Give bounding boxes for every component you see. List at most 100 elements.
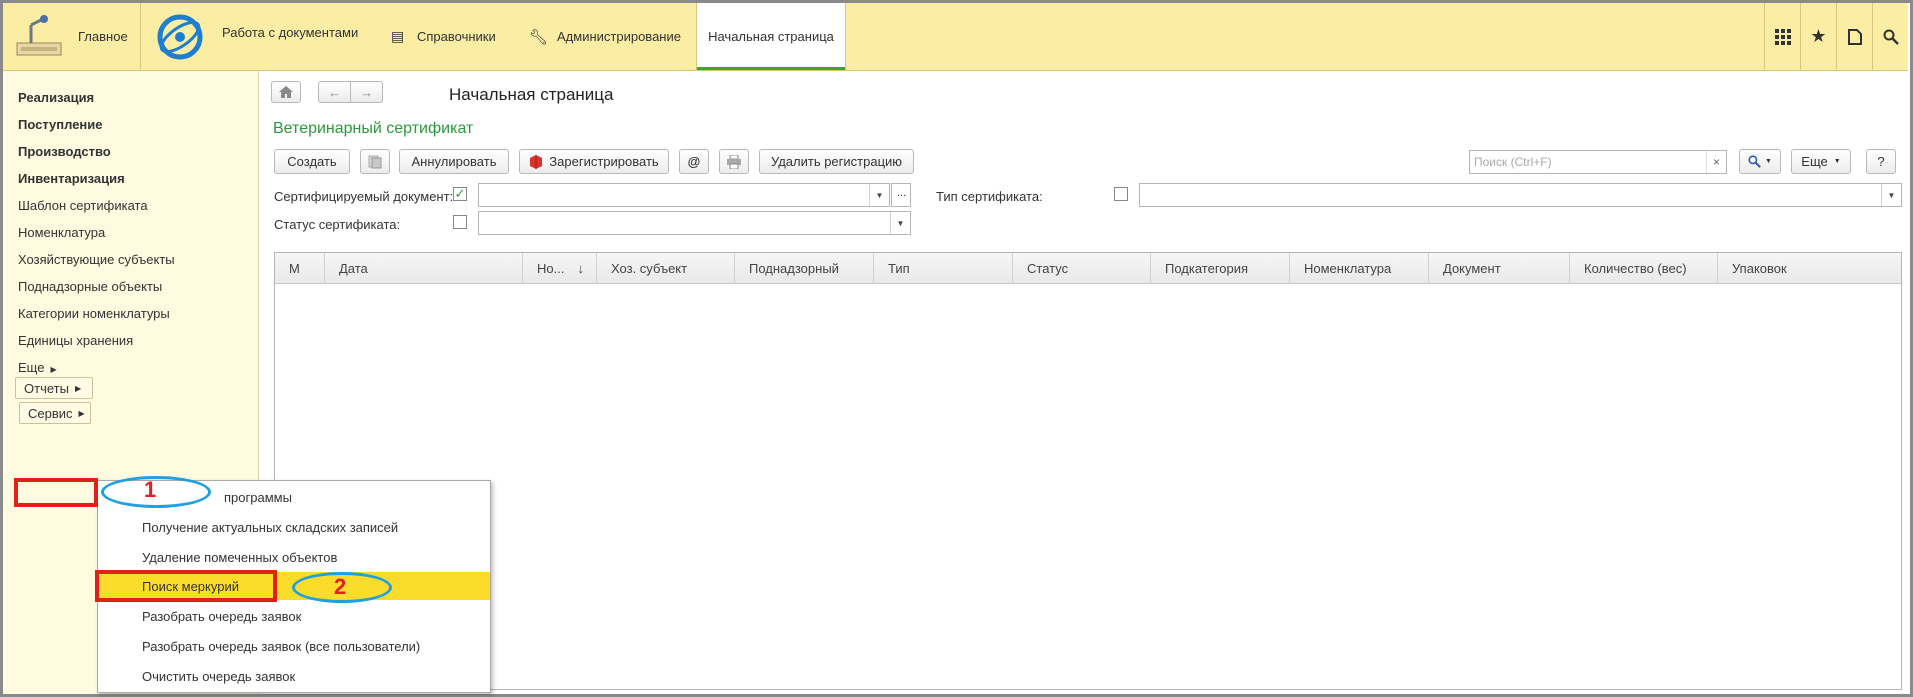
nav-documents-label: Работа с документами	[222, 25, 359, 40]
cert-type-field[interactable]: ▼	[1139, 183, 1902, 207]
magnifier-icon	[1748, 155, 1761, 168]
sidebar-item-cert-template[interactable]: Шаблон сертификата	[18, 198, 148, 213]
tab-start-page[interactable]: Начальная страница	[696, 3, 846, 70]
triangle-down-icon[interactable]: ▼	[890, 212, 910, 234]
nav-references[interactable]: ▤ Справочники	[383, 3, 513, 70]
tab-start-page-label: Начальная страница	[708, 29, 834, 44]
menu-item[interactable]: Получение актуальных складских записей	[98, 513, 490, 541]
search-input[interactable]: Поиск (Ctrl+F) ×	[1469, 150, 1727, 174]
create-button[interactable]: Создать	[274, 149, 350, 174]
sort-down-icon: ↓	[577, 261, 585, 276]
sidebar-item-sales[interactable]: Реализация	[18, 90, 94, 105]
annotation-box-search-mercury	[95, 570, 277, 602]
menu-item[interactable]: Разобрать очередь заявок	[98, 602, 490, 630]
column-label: Но...	[537, 261, 565, 276]
certificates-table[interactable]: М Дата Но... ↓ Хоз. субъект Поднадзорный…	[274, 252, 1902, 690]
menu-item[interactable]: Очистить очередь заявок	[98, 662, 490, 690]
triangle-right-icon: ▶	[50, 365, 57, 374]
triangle-down-icon[interactable]: ▼	[869, 184, 889, 206]
sidebar-item-receipts[interactable]: Поступление	[18, 117, 103, 132]
list-icon: ▤	[391, 28, 405, 44]
sidebar-more[interactable]: Еще ▶	[18, 360, 57, 375]
sidebar-item-supervised-objects[interactable]: Поднадзорные объекты	[18, 279, 162, 294]
copy-button[interactable]	[360, 149, 390, 174]
reports-button[interactable]: Отчеты ▶	[15, 377, 93, 399]
main-area: ← → Начальная страница Ветеринарный серт…	[260, 71, 1908, 694]
search-button[interactable]: ▼	[1739, 149, 1781, 174]
reports-label: Отчеты	[24, 380, 69, 396]
apps-grid-icon[interactable]	[1764, 3, 1800, 70]
cert-type-checkbox[interactable]	[1114, 187, 1128, 201]
help-button[interactable]: ?	[1866, 149, 1896, 174]
annotation-number-2: 2	[334, 574, 347, 599]
register-label: Зарегистрировать	[549, 154, 659, 169]
triangle-down-icon: ▼	[1833, 158, 1841, 165]
column-header[interactable]: Статус	[1013, 253, 1151, 284]
search-icon[interactable]	[1872, 3, 1908, 70]
more-actions-button[interactable]: Еще ▼	[1791, 149, 1851, 174]
column-header[interactable]: Тип	[874, 253, 1013, 284]
sidebar-item-nomenclature[interactable]: Номенклатура	[18, 225, 105, 240]
column-header[interactable]: Дата	[325, 253, 523, 284]
cert-status-field[interactable]: ▼	[478, 211, 911, 235]
triangle-down-icon[interactable]: ▼	[1881, 184, 1901, 206]
cert-status-label: Статус сертификата:	[274, 217, 401, 232]
history-icon[interactable]	[1836, 3, 1872, 70]
cancel-button[interactable]: Аннулировать	[399, 149, 509, 174]
back-button[interactable]: ←	[318, 81, 351, 103]
page-title: Начальная страница	[449, 85, 614, 104]
nav-documents[interactable]: Работа с документами	[142, 3, 370, 70]
delete-registration-button[interactable]: Удалить регистрацию	[759, 149, 914, 174]
register-button[interactable]: Зарегистрировать	[519, 149, 669, 174]
column-header[interactable]: Упаковок	[1718, 253, 1902, 284]
documents-logo-icon	[156, 13, 204, 64]
column-header[interactable]: Номенклатура	[1290, 253, 1429, 284]
menu-item[interactable]: Разобрать очередь заявок (все пользовате…	[98, 632, 490, 660]
star-icon[interactable]: ★	[1800, 3, 1836, 70]
sidebar-item-inventory[interactable]: Инвентаризация	[18, 171, 125, 186]
column-header[interactable]: М	[275, 253, 325, 284]
printer-icon	[727, 154, 741, 169]
nav-home-label: Главное	[78, 29, 128, 44]
column-header[interactable]: Документ	[1429, 253, 1570, 284]
column-header[interactable]: Количество (вес)	[1570, 253, 1718, 284]
cert-doc-label: Сертифицируемый документ:	[274, 189, 454, 204]
nav-admin-label: Администрирование	[557, 29, 681, 44]
annotation-box-service	[14, 478, 98, 507]
nav-admin[interactable]: 🔧︎ Администрирование	[523, 3, 695, 70]
cert-type-label: Тип сертификата:	[936, 189, 1043, 204]
house-icon	[279, 86, 293, 98]
copy-icon	[368, 155, 382, 168]
table-header: М Дата Но... ↓ Хоз. субъект Поднадзорный…	[275, 253, 1901, 284]
sidebar-item-production[interactable]: Производство	[18, 144, 111, 159]
top-bar: Главное Работа с документами ▤ Справочни…	[3, 3, 1908, 71]
more-actions-label: Еще	[1801, 154, 1828, 169]
email-button[interactable]: @	[679, 149, 709, 174]
cert-doc-select-button[interactable]: ...	[891, 183, 911, 207]
service-button[interactable]: Сервис ▶	[19, 402, 91, 424]
menu-item[interactable]: Удаление помеченных объектов	[98, 543, 490, 571]
forward-button[interactable]: →	[350, 81, 383, 103]
sidebar-item-nomenclature-categories[interactable]: Категории номенклатуры	[18, 306, 170, 321]
service-label: Сервис	[28, 405, 73, 421]
column-header[interactable]: Хоз. субъект	[597, 253, 735, 284]
triangle-right-icon: ▶	[74, 383, 82, 393]
search-placeholder: Поиск (Ctrl+F)	[1474, 155, 1552, 169]
wrench-icon: 🔧︎	[529, 28, 549, 46]
home-icon	[13, 13, 65, 64]
form-title: Ветеринарный сертификат	[273, 120, 474, 137]
cert-doc-field[interactable]: ▼	[478, 183, 890, 207]
column-header[interactable]: Подкатегория	[1151, 253, 1290, 284]
annotation-number-1: 1	[144, 477, 157, 502]
cert-doc-checkbox[interactable]: ✓	[453, 187, 467, 201]
cert-status-checkbox[interactable]	[453, 215, 467, 229]
nav-home[interactable]: Главное	[3, 3, 141, 70]
sidebar-item-business-entities[interactable]: Хозяйствующие субъекты	[18, 252, 175, 267]
sidebar-item-storage-units[interactable]: Единицы хранения	[18, 333, 133, 348]
print-button[interactable]	[719, 149, 749, 174]
column-header[interactable]: Но... ↓	[523, 253, 597, 284]
home-button[interactable]	[271, 81, 301, 103]
column-header[interactable]: Поднадзорный	[735, 253, 874, 284]
triangle-right-icon: ▶	[78, 408, 85, 418]
clear-search-icon[interactable]: ×	[1706, 151, 1726, 173]
